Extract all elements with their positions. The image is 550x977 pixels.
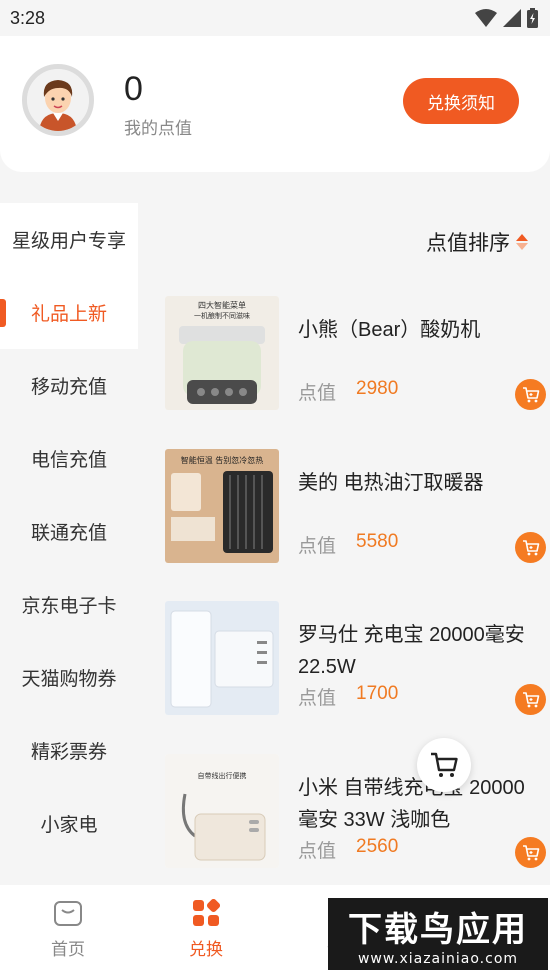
product-image-power-bank	[165, 601, 279, 715]
user-avatar-icon	[27, 69, 89, 131]
sidebar-item-label: 小家电	[40, 815, 98, 836]
cart-icon	[522, 844, 539, 860]
wifi-icon	[475, 9, 497, 27]
exchange-grid-icon	[193, 899, 220, 926]
nav-label: 兑换	[189, 940, 223, 959]
thumb-caption: 智能恒温 告别忽冷忽热	[181, 455, 264, 465]
add-to-cart-button[interactable]	[515, 837, 546, 868]
home-icon	[54, 901, 82, 926]
exchange-notice-button[interactable]: 兑换须知	[403, 78, 519, 124]
sidebar-item-jd-card[interactable]: 京东电子卡	[0, 568, 138, 641]
nav-label: 首页	[51, 940, 85, 959]
sidebar-item-label: 电信充值	[30, 450, 107, 471]
sidebar-item-tickets[interactable]: 精彩票券	[0, 714, 138, 787]
points-value: 0	[124, 70, 143, 108]
product-image-oil-heater: 智能恒温 告别忽冷忽热	[165, 449, 279, 563]
sidebar-item-label: 精彩票券	[30, 742, 107, 763]
points-label: 我的点值	[124, 119, 192, 138]
sidebar-item-star-users[interactable]: 星级用户专享	[0, 203, 138, 276]
user-points-card: 0 我的点值 兑换须知	[0, 36, 550, 172]
product-name: 美的 电热油汀取暖器	[298, 472, 484, 494]
status-time: 3:28	[10, 8, 46, 28]
product-points: 2560	[356, 836, 399, 857]
product-points: 2980	[356, 378, 399, 399]
sidebar-item-label: 联通充值	[30, 523, 107, 544]
product-image-yogurt-maker: 四大智能菜单 一机酿制不同滋味	[165, 296, 279, 410]
category-sidebar: 星级用户专享 礼品上新 移动充值 电信充值 联通充值 京东电子卡 天猫购物券 精…	[0, 203, 138, 885]
sidebar-item-label: 天猫购物券	[21, 669, 117, 690]
battery-icon	[527, 8, 538, 28]
thumb-caption: 自带线出行便携	[198, 771, 247, 780]
sort-label: 点值排序	[426, 232, 510, 255]
sort-arrows-icon	[516, 234, 528, 250]
watermark-logo: 下载鸟应用 www.xiazainiao.com	[328, 898, 548, 970]
product-item[interactable]: 罗马仕 充电宝 20000毫安 22.5W 点值 1700	[165, 601, 546, 715]
status-bar: 3:28	[0, 0, 550, 36]
sidebar-item-label: 京东电子卡	[21, 596, 117, 617]
sidebar-item-tmall-coupon[interactable]: 天猫购物券	[0, 641, 138, 714]
points-label: 点值	[298, 841, 337, 862]
sidebar-item-new-gifts[interactable]: 礼品上新	[0, 276, 138, 349]
product-image-xiaomi-power-bank: 自带线出行便携	[165, 754, 279, 868]
product-name: 罗马仕 充电宝 20000毫安 22.5W	[298, 624, 525, 678]
watermark-url: www.xiazainiao.com	[357, 950, 519, 967]
sidebar-item-label: 移动充值	[30, 377, 107, 398]
thumb-caption: 一机酿制不同滋味	[194, 311, 250, 320]
sidebar-item-label: 星级用户专享	[11, 231, 126, 252]
nav-exchange[interactable]: 兑换	[161, 899, 251, 960]
sidebar-item-mobile-topup[interactable]: 移动充值	[0, 349, 138, 422]
add-to-cart-button[interactable]	[515, 379, 546, 410]
cart-icon	[522, 386, 539, 402]
product-points: 1700	[356, 683, 399, 704]
cart-icon	[522, 691, 539, 707]
avatar[interactable]	[22, 64, 94, 136]
cart-icon	[522, 539, 539, 555]
add-to-cart-button[interactable]	[515, 532, 546, 563]
sidebar-item-label: 礼品上新	[30, 304, 107, 325]
product-points: 5580	[356, 531, 399, 552]
nav-home[interactable]: 首页	[23, 899, 113, 960]
sidebar-item-telecom-topup[interactable]: 电信充值	[0, 422, 138, 495]
status-icons	[475, 8, 538, 28]
cart-icon	[431, 752, 458, 777]
add-to-cart-button[interactable]	[515, 684, 546, 715]
points-label: 点值	[298, 536, 337, 557]
product-item[interactable]: 智能恒温 告别忽冷忽热 美的 电热油汀取暖器 点值 5580	[165, 449, 546, 563]
product-name: 小米 自带线充电宝 20000毫安 33W 浅咖色	[298, 777, 525, 831]
sidebar-item-unicom-topup[interactable]: 联通充值	[0, 495, 138, 568]
points-label: 点值	[298, 383, 337, 404]
thumb-caption: 四大智能菜单	[198, 300, 246, 310]
product-item[interactable]: 四大智能菜单 一机酿制不同滋味 小熊（Bear）酸奶机 点值 2980	[165, 296, 546, 410]
product-list-panel: 点值排序 四大智能菜单 一机酿制不同滋味 小熊（Bear）酸奶机 点值 2980	[138, 203, 550, 885]
sort-by-points[interactable]: 点值排序	[426, 227, 528, 257]
sidebar-item-small-appliances[interactable]: 小家电	[0, 787, 138, 860]
floating-cart-button[interactable]	[417, 738, 471, 792]
watermark-title: 下载鸟应用	[348, 909, 528, 950]
product-name: 小熊（Bear）酸奶机	[298, 319, 481, 341]
signal-icon	[503, 9, 521, 27]
product-item[interactable]: 自带线出行便携 小米 自带线充电宝 20000毫安 33W 浅咖色 点值 256…	[165, 754, 546, 868]
points-label: 点值	[298, 688, 337, 709]
